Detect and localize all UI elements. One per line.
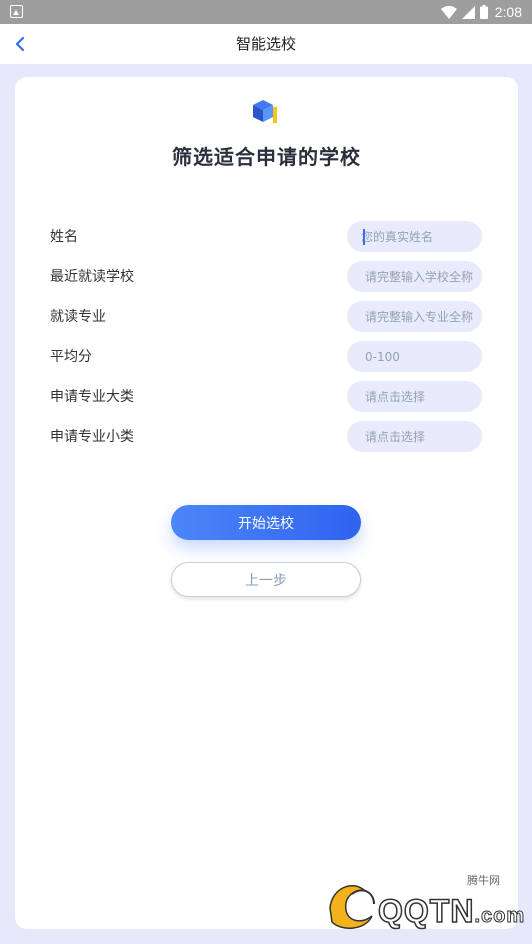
- page-title: 智能选校: [235, 35, 296, 53]
- card-title: 筛选适合申请的学校: [172, 145, 361, 169]
- notification-image-icon: [10, 5, 23, 18]
- cell-signal-icon: [461, 5, 475, 19]
- major-label: 就读专业: [50, 309, 106, 325]
- status-time: 2:08: [494, 4, 522, 20]
- status-bar: 2:08: [0, 0, 532, 24]
- status-icons: 2:08: [440, 3, 522, 21]
- major-subcategory-select[interactable]: [347, 421, 482, 452]
- watermark-brand: QQTN.com: [377, 892, 526, 930]
- major-subcategory-label: 申请专业小类: [50, 429, 134, 445]
- form-row-major-category: 申请专业大类: [15, 381, 518, 413]
- watermark-site-name: 腾牛网: [467, 874, 500, 887]
- wifi-icon: [440, 5, 457, 19]
- form-row-major: 就读专业: [15, 301, 518, 333]
- name-label: 姓名: [50, 229, 78, 245]
- major-category-select[interactable]: [347, 381, 482, 412]
- major-input[interactable]: [347, 301, 482, 332]
- form-row-major-subcategory: 申请专业小类: [15, 421, 518, 453]
- app-logo-icon: [253, 100, 277, 123]
- gpa-input[interactable]: [347, 341, 482, 372]
- form-row-gpa: 平均分: [15, 341, 518, 373]
- form-row-name: 姓名: [15, 221, 518, 253]
- watermark-brand-main: QQTN: [377, 892, 475, 930]
- form-row-school: 最近就读学校: [15, 261, 518, 293]
- name-input[interactable]: [347, 221, 482, 252]
- school-label: 最近就读学校: [50, 269, 134, 285]
- previous-step-button[interactable]: 上一步: [171, 562, 361, 597]
- battery-icon: [479, 5, 488, 19]
- back-button[interactable]: [6, 30, 34, 58]
- text-cursor: [363, 229, 365, 245]
- chevron-left-icon: [15, 36, 25, 52]
- start-selection-button[interactable]: 开始选校: [171, 505, 361, 540]
- watermark-brand-suffix: .com: [474, 905, 526, 928]
- gpa-label: 平均分: [50, 349, 92, 365]
- nav-bar: 智能选校: [0, 24, 532, 64]
- major-category-label: 申请专业大类: [50, 389, 134, 405]
- school-filter-card: 筛选适合申请的学校 姓名 最近就读学校 就读专业 平均分 申请专业大类 申请专业…: [15, 77, 518, 929]
- school-input[interactable]: [347, 261, 482, 292]
